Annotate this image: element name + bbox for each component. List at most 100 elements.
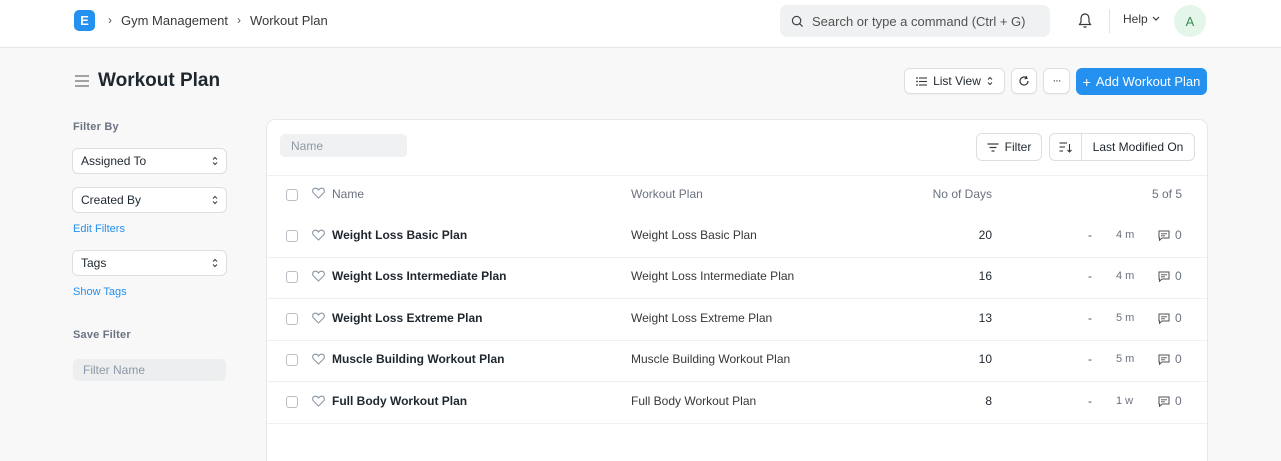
row-name-link[interactable]: Full Body Workout Plan [332, 394, 467, 408]
column-header-no-of-days: No of Days [932, 187, 992, 201]
row-modified-time: 4 m [1116, 229, 1135, 241]
row-comments[interactable]: 0 [1158, 228, 1182, 242]
row-comments[interactable]: 0 [1158, 352, 1182, 366]
row-modified-time: 1 w [1116, 395, 1134, 407]
row-comments[interactable]: 0 [1158, 311, 1182, 325]
select-arrows-icon [212, 156, 218, 166]
row-modified-time: 5 m [1116, 353, 1135, 365]
search-placeholder: Search or type a command (Ctrl + G) [812, 13, 1026, 29]
filter-icon [987, 142, 999, 152]
sort-field-button[interactable]: Last Modified On [1082, 134, 1194, 160]
refresh-button[interactable] [1011, 68, 1037, 94]
sort-order-button[interactable] [1050, 134, 1082, 160]
row-name-link[interactable]: Weight Loss Basic Plan [332, 228, 467, 242]
save-filter-label: Save Filter [73, 329, 131, 341]
comment-icon [1158, 271, 1170, 282]
assigned-to-label: Assigned To [81, 154, 147, 168]
divider [267, 423, 1207, 424]
row-comments[interactable]: 0 [1158, 394, 1182, 408]
comment-icon [1158, 396, 1170, 407]
app-logo[interactable]: E [74, 10, 95, 31]
show-tags-link[interactable]: Show Tags [73, 286, 127, 298]
list-count: 5 of 5 [1151, 187, 1182, 201]
like-heart-icon[interactable] [312, 353, 325, 368]
column-header-workout-plan: Workout Plan [631, 187, 703, 201]
like-heart-icon[interactable] [312, 229, 325, 244]
row-no-of-days: 10 [978, 352, 992, 366]
table-row[interactable]: Muscle Building Workout Plan Muscle Buil… [267, 340, 1207, 381]
tags-select[interactable]: Tags [72, 250, 227, 276]
table-row[interactable]: Weight Loss Extreme Plan Weight Loss Ext… [267, 298, 1207, 339]
row-dash: - [1088, 394, 1092, 408]
more-label: ··· [1052, 75, 1062, 87]
select-arrows-icon [212, 258, 218, 268]
avatar[interactable]: A [1174, 5, 1206, 37]
row-workout-plan: Muscle Building Workout Plan [631, 352, 791, 366]
row-name-link[interactable]: Muscle Building Workout Plan [332, 352, 504, 366]
comment-icon [1158, 313, 1170, 324]
filter-name-placeholder: Filter Name [83, 363, 146, 377]
row-modified-time: 4 m [1116, 270, 1135, 282]
row-comment-count: 0 [1175, 394, 1182, 408]
created-by-select[interactable]: Created By [72, 187, 227, 213]
edit-filters-link[interactable]: Edit Filters [73, 223, 125, 235]
add-workout-plan-button[interactable]: + Add Workout Plan [1076, 68, 1207, 95]
list-card: Name Filter Last Modified On Name Workou… [266, 119, 1208, 461]
row-no-of-days: 13 [978, 311, 992, 325]
row-comments[interactable]: 0 [1158, 269, 1182, 283]
row-workout-plan: Weight Loss Basic Plan [631, 228, 757, 242]
more-actions-button[interactable]: ··· [1043, 68, 1070, 94]
select-arrows-icon [212, 195, 218, 205]
filter-button[interactable]: Filter [976, 133, 1042, 161]
like-heart-icon[interactable] [312, 312, 325, 327]
heart-icon [312, 187, 325, 202]
row-comment-count: 0 [1175, 311, 1182, 325]
avatar-letter: A [1185, 13, 1195, 29]
list-view-label: List View [933, 74, 981, 88]
logo-letter: E [80, 13, 89, 28]
row-name-link[interactable]: Weight Loss Intermediate Plan [332, 269, 506, 283]
row-comment-count: 0 [1175, 352, 1182, 366]
notifications-bell-icon[interactable] [1077, 12, 1093, 32]
row-name-link[interactable]: Weight Loss Extreme Plan [332, 311, 483, 325]
assigned-to-select[interactable]: Assigned To [72, 148, 227, 174]
list-view-button[interactable]: List View [904, 68, 1005, 94]
comment-icon [1158, 230, 1170, 241]
select-all-checkbox[interactable] [286, 189, 298, 201]
row-checkbox[interactable] [286, 313, 298, 325]
sidebar-toggle-icon[interactable] [75, 75, 89, 90]
row-checkbox[interactable] [286, 230, 298, 242]
like-heart-icon[interactable] [312, 395, 325, 410]
row-no-of-days: 8 [985, 394, 992, 408]
chevron-right-icon: › [108, 13, 112, 27]
name-filter-input[interactable]: Name [280, 134, 407, 157]
search-icon [791, 15, 804, 27]
row-checkbox[interactable] [286, 354, 298, 366]
help-label: Help [1123, 12, 1148, 26]
table-row[interactable]: Full Body Workout Plan Full Body Workout… [267, 381, 1207, 422]
add-workout-plan-label: Add Workout Plan [1095, 74, 1201, 89]
help-dropdown[interactable]: Help [1123, 12, 1160, 26]
search-input[interactable]: Search or type a command (Ctrl + G) [780, 5, 1050, 37]
row-checkbox[interactable] [286, 396, 298, 408]
row-dash: - [1088, 311, 1092, 325]
list-header-row: Name Workout Plan No of Days 5 of 5 [267, 175, 1207, 216]
page-title: Workout Plan [98, 70, 221, 91]
breadcrumb-workout-plan[interactable]: Workout Plan [250, 13, 328, 28]
breadcrumb-gym-management[interactable]: Gym Management [121, 13, 228, 28]
row-no-of-days: 20 [978, 228, 992, 242]
row-workout-plan: Weight Loss Extreme Plan [631, 311, 773, 325]
sort-selector: Last Modified On [1049, 133, 1195, 161]
like-heart-icon[interactable] [312, 270, 325, 285]
row-comment-count: 0 [1175, 228, 1182, 242]
comment-icon [1158, 354, 1170, 365]
refresh-icon [1019, 75, 1029, 86]
sort-descending-icon [1059, 141, 1072, 153]
filter-name-input[interactable]: Filter Name [73, 359, 226, 381]
table-row[interactable]: Weight Loss Intermediate Plan Weight Los… [267, 257, 1207, 298]
navbar-divider [1109, 9, 1110, 33]
chevron-right-icon: › [236, 13, 241, 27]
row-modified-time: 5 m [1116, 312, 1135, 324]
row-checkbox[interactable] [286, 271, 298, 283]
table-row[interactable]: Weight Loss Basic Plan Weight Loss Basic… [267, 216, 1207, 257]
